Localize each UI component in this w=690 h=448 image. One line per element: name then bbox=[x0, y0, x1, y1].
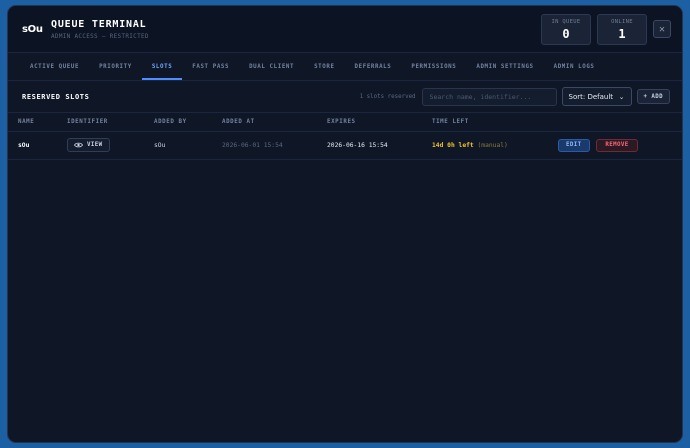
header: sOu QUEUE TERMINAL ADMIN ACCESS — RESTRI… bbox=[8, 6, 682, 53]
view-identifier-button[interactable]: VIEW bbox=[67, 138, 110, 152]
stat-value: 1 bbox=[618, 26, 626, 41]
sort-select[interactable]: Sort: Default ⌄ bbox=[561, 87, 632, 106]
row-actions: EDIT REMOVE bbox=[558, 131, 682, 160]
table-row: sOu VIEW sOu 2026-06-01 15:54 2026-06-16… bbox=[8, 131, 682, 160]
view-button-label: VIEW bbox=[87, 142, 103, 148]
stat-in-queue: IN QUEUE 0 bbox=[541, 13, 591, 45]
remove-button[interactable]: REMOVE bbox=[596, 138, 638, 152]
tab-permissions[interactable]: PERMISSIONS bbox=[401, 53, 466, 80]
edit-button[interactable]: EDIT bbox=[558, 138, 590, 152]
panel-title: RESERVED SLOTS bbox=[22, 92, 90, 101]
tab-store[interactable]: STORE bbox=[304, 53, 344, 80]
tab-slots[interactable]: SLOTS bbox=[141, 53, 183, 80]
row-expires: 2026-06-16 15:54 bbox=[327, 131, 432, 160]
sort-value: Sort: Default bbox=[568, 92, 614, 101]
stat-value: 0 bbox=[562, 26, 570, 41]
column-header-added-at: ADDED AT bbox=[222, 113, 327, 132]
column-header-time-left: TIME LEFT bbox=[432, 113, 558, 132]
column-header-identifier: IDENTIFIER bbox=[67, 113, 154, 132]
add-slot-button[interactable]: + ADD bbox=[636, 89, 670, 104]
slots-table: NAME IDENTIFIER ADDED BY ADDED AT EXPIRE… bbox=[8, 113, 682, 160]
eye-icon bbox=[74, 142, 83, 148]
stat-label: ONLINE bbox=[611, 18, 633, 25]
chevron-down-icon: ⌄ bbox=[618, 92, 625, 101]
stat-online: ONLINE 1 bbox=[597, 13, 647, 45]
row-name: sOu bbox=[8, 131, 67, 160]
tab-admin-logs[interactable]: ADMIN LOGS bbox=[544, 53, 605, 80]
column-header-expires: EXPIRES bbox=[327, 113, 432, 132]
tab-dual-client[interactable]: DUAL CLIENT bbox=[239, 53, 304, 80]
queue-terminal-window: sOu QUEUE TERMINAL ADMIN ACCESS — RESTRI… bbox=[7, 5, 683, 443]
close-button[interactable]: ✕ bbox=[653, 20, 671, 38]
time-left-note: (manual) bbox=[477, 141, 508, 149]
table-header-row: NAME IDENTIFIER ADDED BY ADDED AT EXPIRE… bbox=[8, 113, 682, 132]
logo: sOu bbox=[22, 23, 43, 35]
row-time-left: 14d 0h left (manual) bbox=[432, 131, 558, 160]
page-subtitle: ADMIN ACCESS — RESTRICTED bbox=[51, 32, 149, 40]
tab-deferrals[interactable]: DEFERRALS bbox=[345, 53, 402, 80]
tab-active-queue[interactable]: ACTIVE QUEUE bbox=[20, 53, 89, 80]
row-added-by: sOu bbox=[154, 131, 222, 160]
page-title: QUEUE TERMINAL bbox=[51, 18, 147, 30]
close-icon: ✕ bbox=[658, 23, 666, 35]
tab-fast-pass[interactable]: FAST PASS bbox=[182, 53, 239, 80]
row-added-at: 2026-06-01 15:54 bbox=[222, 131, 327, 160]
stat-label: IN QUEUE bbox=[551, 18, 581, 25]
slots-panel-header: RESERVED SLOTS 1 slots reserved Sort: De… bbox=[8, 81, 682, 113]
slot-count: 1 slots reserved bbox=[359, 93, 416, 100]
tab-admin-settings[interactable]: ADMIN SETTINGS bbox=[466, 53, 543, 80]
tab-priority[interactable]: PRIORITY bbox=[89, 53, 142, 80]
tab-bar: ACTIVE QUEUE PRIORITY SLOTS FAST PASS DU… bbox=[8, 53, 682, 81]
column-header-name: NAME bbox=[8, 113, 67, 132]
search-input[interactable] bbox=[421, 87, 557, 106]
row-identifier: VIEW bbox=[67, 131, 154, 160]
time-left-value: 14d 0h left bbox=[432, 141, 474, 149]
column-header-actions bbox=[558, 113, 682, 132]
column-header-added-by: ADDED BY bbox=[154, 113, 222, 132]
title-block: QUEUE TERMINAL ADMIN ACCESS — RESTRICTED bbox=[51, 19, 149, 40]
